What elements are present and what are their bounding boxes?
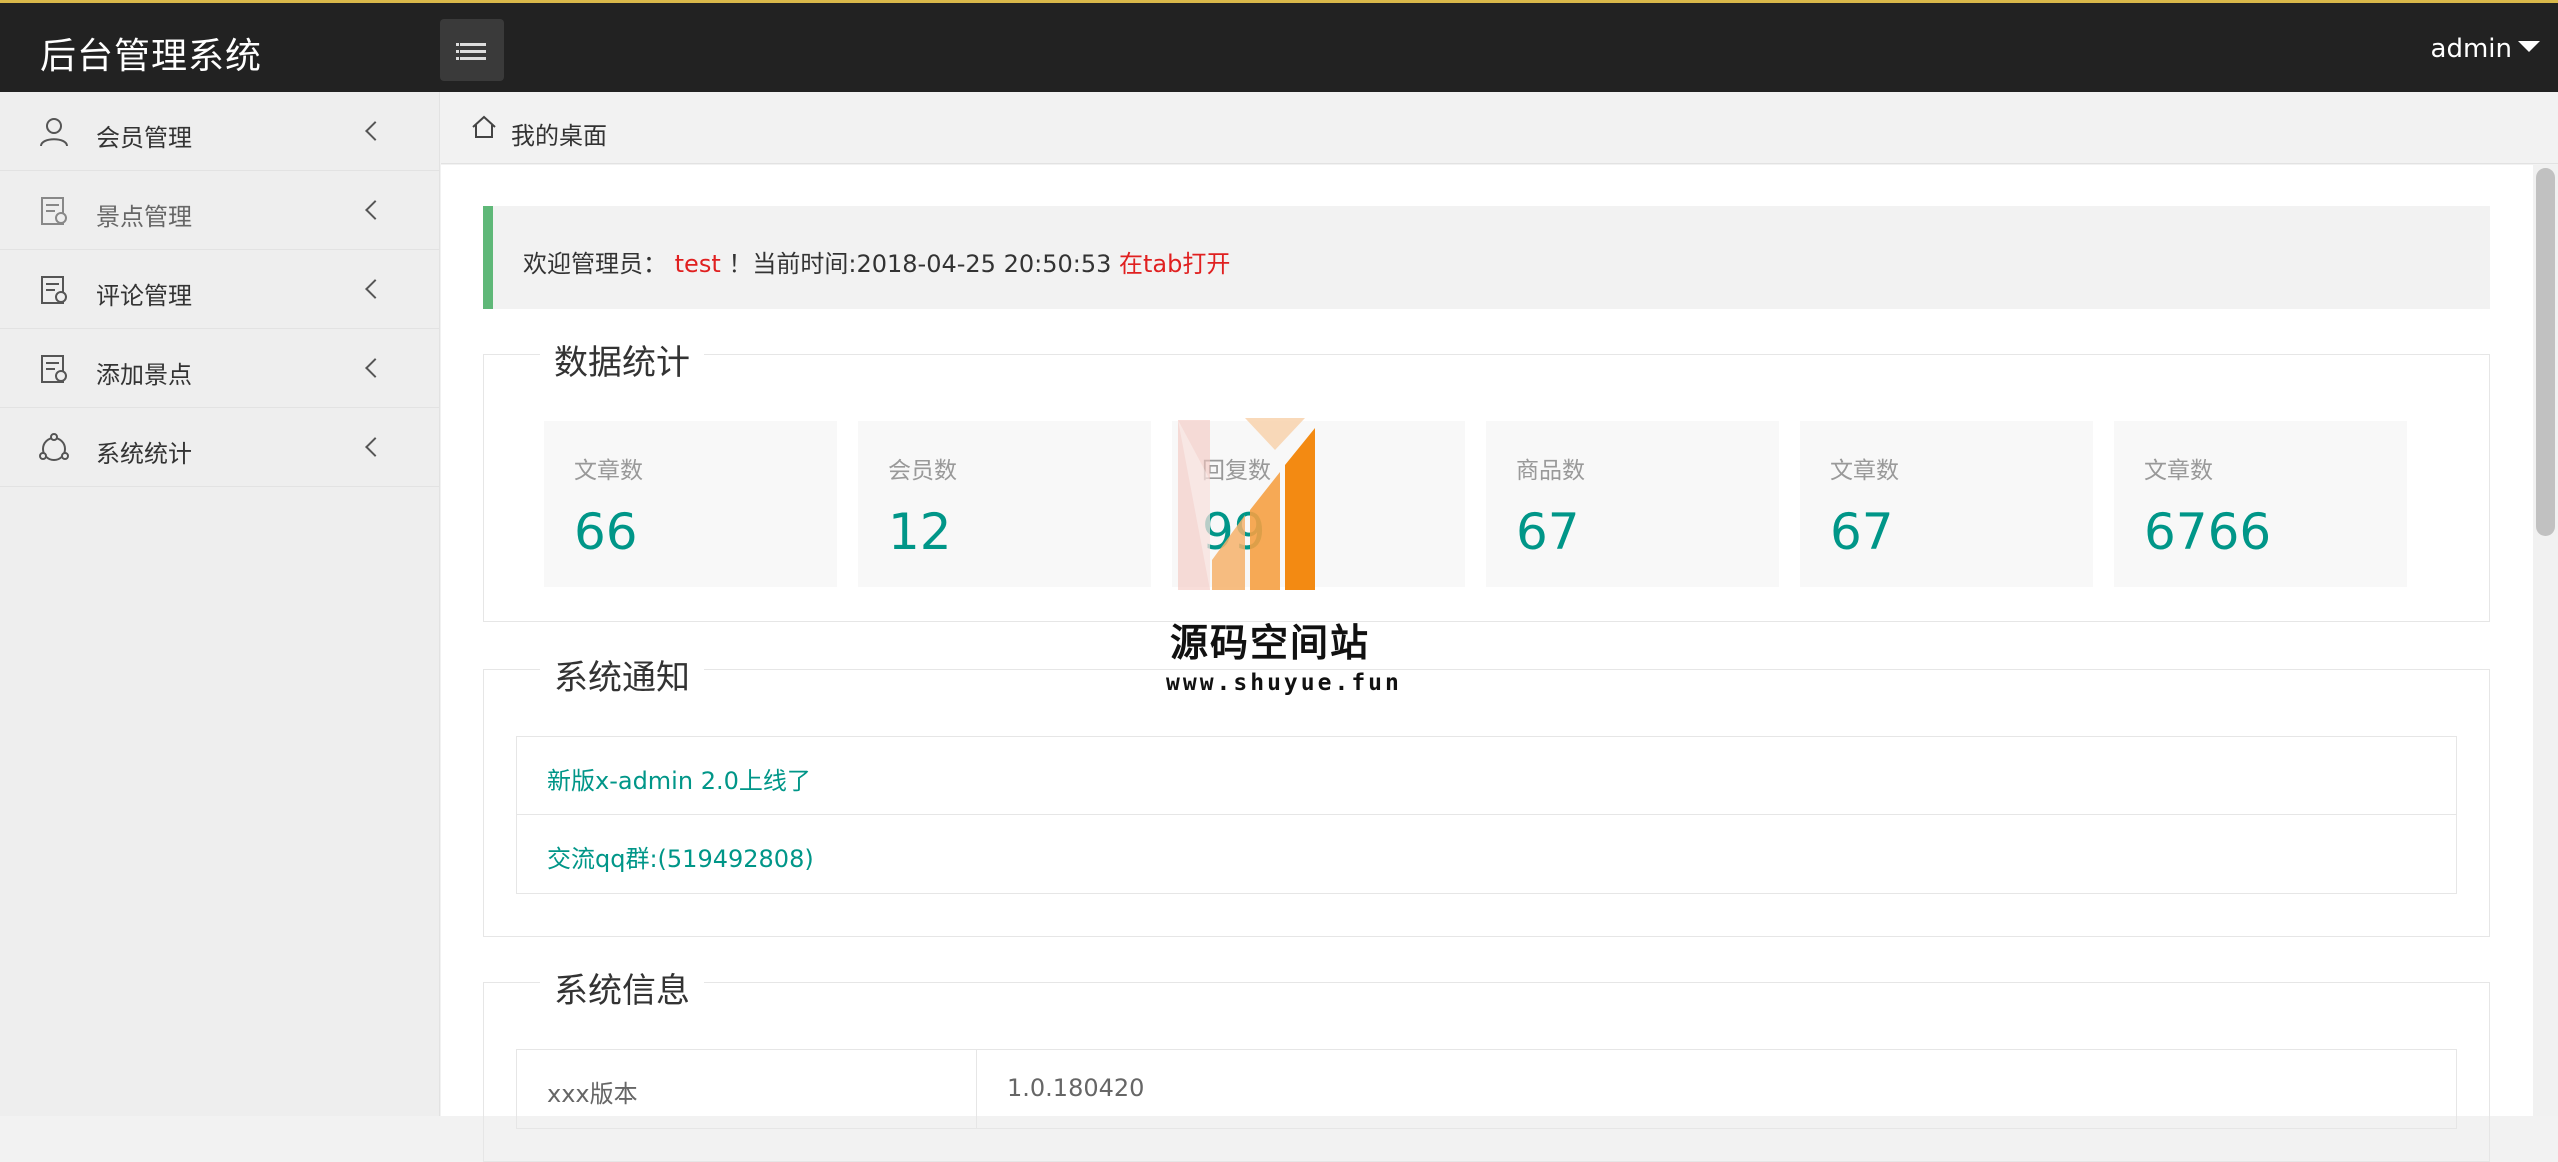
caret-down-icon[interactable] [2518, 41, 2540, 52]
stat-label: 文章数 [1830, 458, 1899, 484]
stat-value: 6766 [2144, 503, 2272, 561]
chevron-left-icon [365, 121, 385, 141]
home-icon [472, 115, 496, 138]
stat-label: 商品数 [1516, 458, 1585, 484]
breadcrumb-current[interactable]: 我的桌面 [511, 116, 607, 151]
admin-name: test [674, 250, 721, 278]
chevron-left-icon [365, 279, 385, 299]
stats-title: 数据统计 [540, 335, 704, 384]
stat-value: 12 [888, 503, 952, 561]
notices-title: 系统通知 [540, 650, 704, 699]
sidebar-item-statistics[interactable]: 系统统计 [0, 408, 439, 487]
chevron-left-icon [365, 437, 385, 457]
sysinfo-section: 系统信息 xxx版本 1.0.180420 [483, 963, 2490, 1162]
chevron-left-icon [365, 200, 385, 220]
sysinfo-title: 系统信息 [540, 963, 704, 1012]
user-icon [40, 118, 68, 147]
info-table: xxx版本 1.0.180420 [516, 1049, 2457, 1129]
list-icon-line [460, 57, 486, 60]
menu-toggle-button[interactable] [440, 19, 504, 81]
list-icon-line [460, 50, 486, 53]
list-item: 交流qq群:(519492808) [517, 815, 2456, 893]
sidebar-item-label: 系统统计 [96, 440, 192, 468]
info-key: xxx版本 [547, 1080, 638, 1108]
stats-icon [39, 433, 69, 461]
info-value: 1.0.180420 [1007, 1074, 1145, 1102]
stats-panel: 文章数 66 会员数 12 回复数 99 商品数 67 文章数 67 文章数 6… [516, 403, 2454, 619]
open-in-tab-link[interactable]: 在tab打开 [1119, 250, 1230, 278]
app-logo[interactable]: 后台管理系统 [40, 27, 262, 79]
watermark-text: 源码空间站 [1170, 621, 1371, 665]
sidebar-item-comments[interactable]: 评论管理 [0, 250, 439, 329]
stats-section: 数据统计 文章数 66 会员数 12 回复数 99 商品数 67 文章数 67 [483, 335, 2490, 622]
list-icon-line [460, 43, 486, 46]
notices-section: 系统通知 新版x-admin 2.0上线了 交流qq群:(519492808) [483, 650, 2490, 937]
scrollbar-thumb[interactable] [2536, 168, 2555, 536]
document-icon [41, 197, 67, 225]
stat-label: 文章数 [574, 458, 643, 484]
table-row: xxx版本 1.0.180420 [517, 1050, 2456, 1128]
main-content: 欢迎管理员： test ！当前时间:2018-04-25 20:50:53 在t… [441, 165, 2533, 1162]
sidebar-item-label: 景点管理 [96, 203, 192, 231]
sidebar-item-label: 会员管理 [96, 124, 192, 152]
notice-link[interactable]: 交流qq群:(519492808) [547, 839, 814, 874]
chevron-left-icon [365, 358, 385, 378]
document-icon [41, 355, 67, 383]
sidebar-item-add-scenic[interactable]: 添加景点 [0, 329, 439, 408]
sidebar-item-members[interactable]: 会员管理 [0, 92, 439, 171]
breadcrumb: 我的桌面 [441, 92, 2558, 164]
stat-card[interactable]: 文章数 66 [544, 421, 837, 587]
list-item: 新版x-admin 2.0上线了 [517, 737, 2456, 815]
welcome-prefix: 欢迎管理员： [523, 250, 667, 278]
notice-link[interactable]: 新版x-admin 2.0上线了 [547, 761, 811, 796]
welcome-banner: 欢迎管理员： test ！当前时间:2018-04-25 20:50:53 在t… [483, 206, 2490, 309]
stat-value: 67 [1830, 503, 1894, 561]
watermark-url: www.shuyue.fun [1166, 670, 1402, 696]
list-icon [456, 43, 459, 46]
stat-card[interactable]: 文章数 6766 [2114, 421, 2407, 587]
current-time: ！当前时间:2018-04-25 20:50:53 [728, 250, 1119, 278]
sidebar: 会员管理 景点管理 评论管理 添加景点 系统统计 [0, 92, 440, 1116]
sidebar-item-scenic[interactable]: 景点管理 [0, 171, 439, 250]
welcome-text: 欢迎管理员： test ！当前时间:2018-04-25 20:50:53 在t… [523, 244, 1230, 279]
top-bar: 后台管理系统 admin [0, 0, 2558, 92]
sidebar-item-label: 添加景点 [96, 361, 192, 389]
stat-card[interactable]: 商品数 67 [1486, 421, 1779, 587]
stat-label: 会员数 [888, 458, 957, 484]
document-icon [41, 276, 67, 304]
stat-label: 文章数 [2144, 458, 2213, 484]
stat-value: 67 [1516, 503, 1580, 561]
divider [976, 1050, 977, 1128]
notice-list: 新版x-admin 2.0上线了 交流qq群:(519492808) [516, 736, 2457, 894]
stat-value: 66 [574, 503, 638, 561]
sidebar-item-label: 评论管理 [96, 282, 192, 310]
stat-card[interactable]: 文章数 67 [1800, 421, 2093, 587]
stat-card[interactable]: 会员数 12 [858, 421, 1151, 587]
list-icon-dot [456, 57, 459, 60]
list-icon-dot [456, 50, 459, 53]
user-menu[interactable]: admin [2431, 34, 2512, 64]
